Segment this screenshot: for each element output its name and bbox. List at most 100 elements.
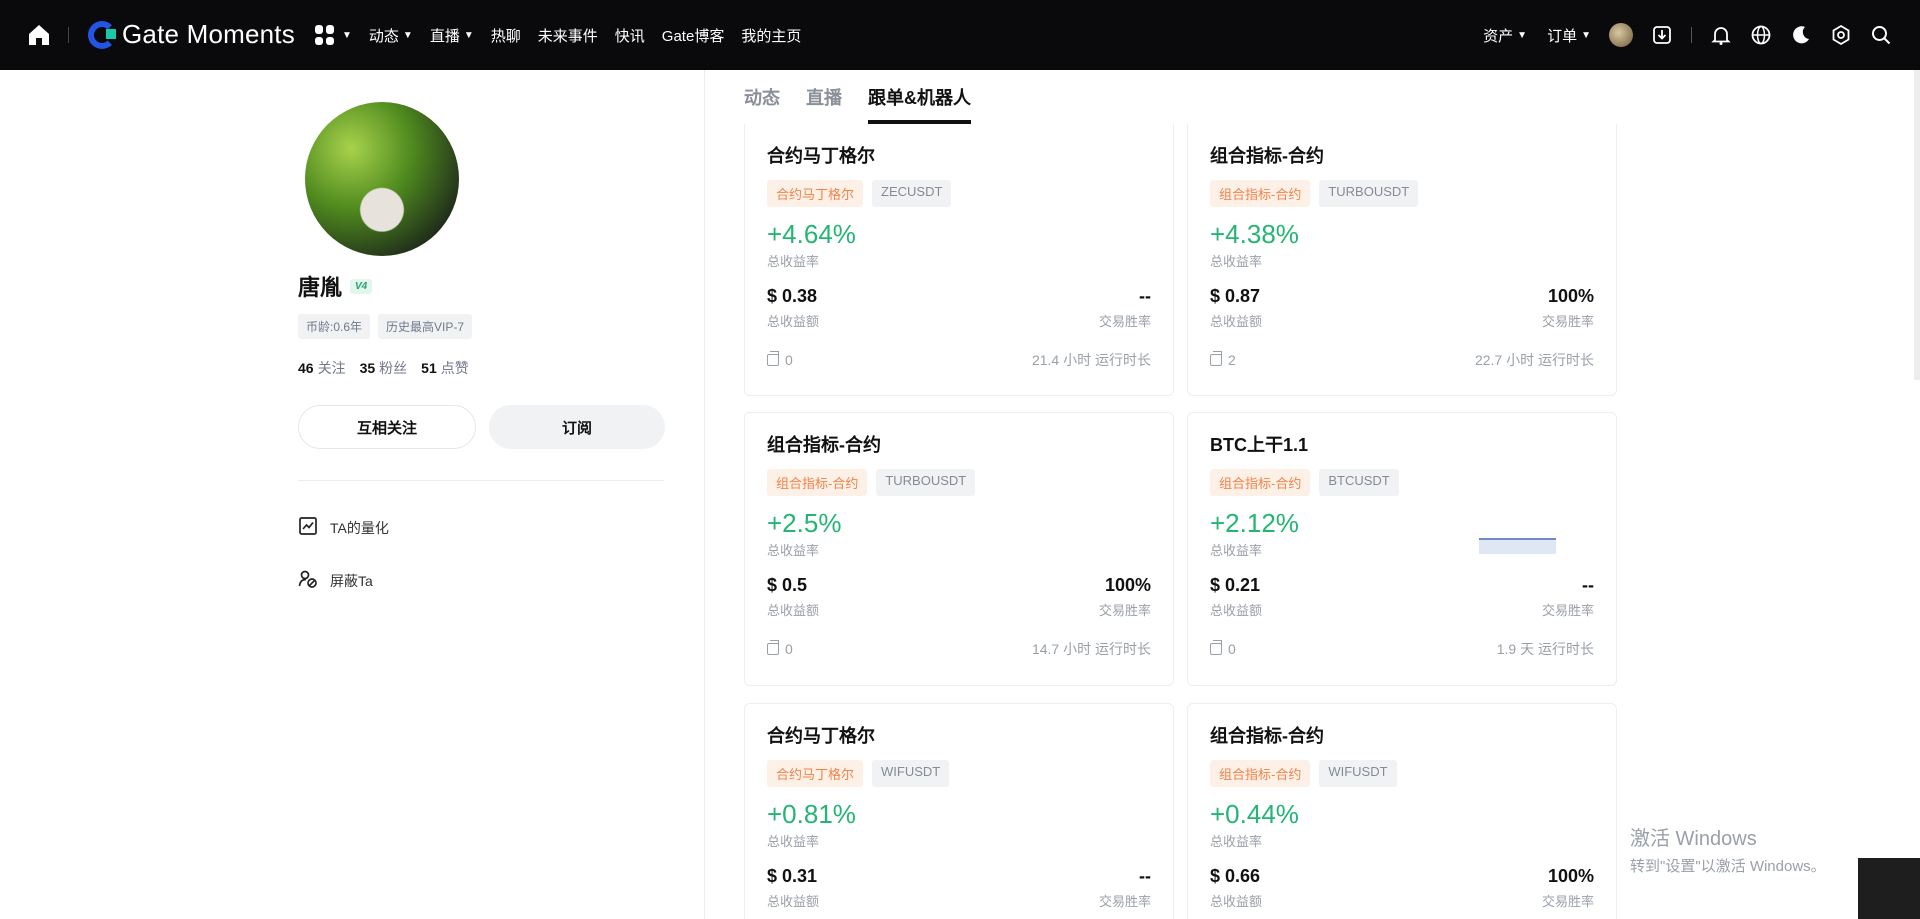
card-footer: 0 21.4 小时 运行时长 [767, 350, 1151, 370]
chat-widget-button[interactable] [1858, 858, 1920, 919]
return-rate-label: 总收益率 [767, 834, 820, 849]
strategy-card[interactable]: 组合指标-合约 组合指标-合约 TURBOUSDT +4.38% 总收益率 $ … [1187, 124, 1617, 396]
total-profit: $ 0.5 [767, 575, 808, 595]
total-profit-label: 总收益额 [1210, 314, 1263, 329]
return-rate-label: 总收益率 [767, 543, 820, 558]
stat-label: 点赞 [440, 360, 469, 376]
nav-label: 热聊 [490, 27, 521, 45]
symbol-tag: TURBOUSDT [876, 469, 976, 496]
chevron-down-icon: ▼ [1517, 29, 1528, 41]
win-rate: 100% [1547, 286, 1594, 306]
following-stat[interactable]: 46 关注 [298, 358, 346, 378]
win-rate-label: 交易胜率 [1098, 314, 1151, 329]
strategy-type-tag: 组合指标-合约 [767, 469, 868, 496]
content-tabs: 动态 直播 跟单&机器人 [744, 84, 971, 124]
brand-logo[interactable]: Gate Moments [88, 19, 295, 50]
total-return-rate: +2.12% [1210, 508, 1299, 538]
win-rate: -- [1139, 866, 1151, 886]
profile-name: 唐胤 [298, 275, 343, 300]
orders-menu[interactable]: 订单 ▼ [1547, 25, 1591, 46]
stat-number: 35 [359, 360, 376, 376]
strategy-title: 合约马丁格尔 [767, 146, 875, 166]
subscribe-button[interactable]: 订阅 [489, 405, 665, 449]
nav-label: 未来事件 [537, 27, 598, 45]
metrics-row: $ 0.5 总收益额 100% 交易胜率 [767, 575, 1151, 619]
avatar-icon[interactable] [1609, 23, 1633, 47]
stat-label: 关注 [317, 360, 346, 376]
win-rate-label: 交易胜率 [1098, 603, 1151, 618]
total-profit: $ 0.38 [767, 286, 818, 306]
strategy-tags: 组合指标-合约 TURBOUSDT [1210, 180, 1594, 207]
mini-sparkline [1479, 538, 1556, 554]
scrollbar[interactable] [1914, 70, 1920, 380]
strategy-card[interactable]: 组合指标-合约 组合指标-合约 TURBOUSDT +2.5% 总收益率 $ 0… [744, 412, 1174, 686]
nav-item-live[interactable]: 直播 ▼ [430, 25, 474, 46]
card-footer: 2 22.7 小时 运行时长 [1210, 350, 1594, 370]
win-rate-label: 交易胜率 [1098, 894, 1151, 909]
copy-count: 2 [1210, 350, 1236, 370]
total-profit-label: 总收益额 [1210, 894, 1263, 909]
win-rate: 100% [1547, 866, 1594, 886]
strategy-card[interactable]: 合约马丁格尔 合约马丁格尔 ZECUSDT +4.64% 总收益率 $ 0.38… [744, 124, 1174, 396]
total-return-rate: +0.44% [1210, 799, 1299, 829]
metrics-row: $ 0.21 总收益额 -- 交易胜率 [1210, 575, 1594, 619]
nav-label: Gate博客 [661, 27, 725, 45]
nav-item-feed[interactable]: 动态 ▼ [369, 25, 413, 46]
strategy-title: 合约马丁格尔 [767, 726, 875, 746]
copy-icon [767, 640, 779, 655]
stat-label: 粉丝 [379, 360, 408, 376]
bell-icon[interactable] [1710, 24, 1732, 46]
orders-label: 订单 [1547, 27, 1578, 45]
total-profit: $ 0.21 [1210, 575, 1261, 595]
quant-link[interactable]: TA的量化 [298, 516, 389, 539]
tab-copy-trading-bots[interactable]: 跟单&机器人 [868, 84, 971, 124]
win-rate: -- [1139, 286, 1151, 306]
strategy-tags: 合约马丁格尔 WIFUSDT [767, 760, 1151, 787]
nav-label: 直播 [429, 27, 460, 45]
nav-item-blog[interactable]: Gate博客 [662, 25, 725, 46]
nav-item-news[interactable]: 快讯 [615, 25, 645, 46]
metrics-row: $ 0.38 总收益额 -- 交易胜率 [767, 286, 1151, 330]
tab-feed[interactable]: 动态 [744, 84, 780, 120]
metrics-row: $ 0.31 总收益额 -- 交易胜率 [767, 866, 1151, 910]
home-icon[interactable] [26, 22, 52, 48]
user-nav: 资产 ▼ 订单 ▼ [1463, 0, 1892, 70]
card-footer: 0 1.9 天 运行时长 [1210, 639, 1594, 659]
block-icon [298, 569, 318, 592]
chevron-down-icon: ▼ [1581, 29, 1591, 41]
copy-icon [1210, 351, 1222, 366]
strategy-type-tag: 合约马丁格尔 [767, 760, 864, 787]
avatar [305, 102, 459, 256]
apps-menu[interactable]: ▼ [315, 25, 352, 45]
vip-history-tag: 历史最高VIP-7 [378, 314, 473, 339]
settings-icon[interactable] [1830, 24, 1852, 46]
nav-label: 动态 [368, 27, 399, 45]
block-user-link[interactable]: 屏蔽Ta [298, 569, 373, 592]
nav-item-hot-chat[interactable]: 热聊 [491, 25, 521, 46]
runtime: 1.9 天 运行时长 [1496, 641, 1594, 657]
tab-live[interactable]: 直播 [806, 84, 842, 120]
mutual-follow-button[interactable]: 互相关注 [298, 405, 476, 449]
strategy-title: 组合指标-合约 [1210, 726, 1324, 746]
strategy-card[interactable]: 组合指标-合约 组合指标-合约 WIFUSDT +0.44% 总收益率 $ 0.… [1187, 703, 1617, 919]
runtime: 14.7 小时 运行时长 [1031, 641, 1151, 657]
symbol-tag: WIFUSDT [1319, 760, 1397, 787]
nav-item-my-home[interactable]: 我的主页 [741, 25, 801, 46]
search-icon[interactable] [1870, 24, 1892, 46]
followers-stat[interactable]: 35 粉丝 [360, 358, 408, 378]
nav-item-events[interactable]: 未来事件 [538, 25, 598, 46]
moon-icon[interactable] [1790, 24, 1812, 46]
watermark-title: 激活 Windows [1630, 828, 1757, 850]
total-return-rate: +4.38% [1210, 219, 1299, 249]
metrics-row: $ 0.66 总收益额 100% 交易胜率 [1210, 866, 1594, 910]
download-icon[interactable] [1651, 24, 1673, 46]
assets-menu[interactable]: 资产 ▼ [1483, 25, 1527, 46]
total-profit-label: 总收益额 [767, 314, 820, 329]
total-return-rate: +0.81% [767, 799, 856, 829]
vip-badge: V4 [350, 278, 373, 294]
strategy-card[interactable]: 合约马丁格尔 合约马丁格尔 WIFUSDT +0.81% 总收益率 $ 0.31… [744, 703, 1174, 919]
globe-icon[interactable] [1750, 24, 1772, 46]
metrics-row: $ 0.87 总收益额 100% 交易胜率 [1210, 286, 1594, 330]
total-profit-label: 总收益额 [767, 603, 820, 618]
strategy-title: 组合指标-合约 [767, 435, 881, 455]
